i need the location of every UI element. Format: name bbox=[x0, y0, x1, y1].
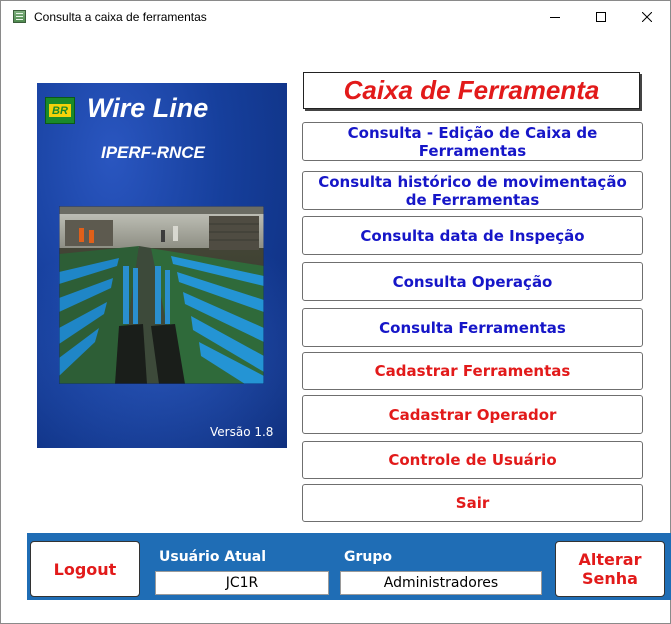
group-label: Grupo bbox=[344, 549, 393, 565]
group-field: Administradores bbox=[340, 571, 542, 595]
current-user-label: Usuário Atual bbox=[159, 549, 267, 565]
consulta-ferramentas-button[interactable]: Consulta Ferramentas bbox=[302, 308, 643, 347]
logout-button[interactable]: Logout bbox=[30, 541, 140, 597]
close-button[interactable] bbox=[624, 1, 670, 33]
unit-name: IPERF-RNCE bbox=[101, 143, 205, 162]
consulta-historico-movimentacao-button[interactable]: Consulta histórico de movimentação de Fe… bbox=[302, 171, 643, 210]
user-status-bar: Logout Usuário Atual JC1R Grupo Administ… bbox=[27, 533, 671, 600]
warehouse-photo bbox=[59, 206, 264, 384]
brand-panel: BR Wire Line IPERF-RNCE Versão 1.8 bbox=[37, 83, 287, 448]
consulta-data-inspecao-button[interactable]: Consulta data de Inspeção bbox=[302, 216, 643, 255]
controle-usuario-button[interactable]: Controle de Usuário bbox=[302, 441, 643, 479]
consulta-operacao-button[interactable]: Consulta Operação bbox=[302, 262, 643, 301]
petrobras-br-logo: BR bbox=[45, 97, 75, 124]
cadastrar-operador-button[interactable]: Cadastrar Operador bbox=[302, 395, 643, 434]
menu-header: Caixa de Ferramenta bbox=[303, 72, 640, 109]
window-title: Consulta a caixa de ferramentas bbox=[34, 10, 207, 24]
minimize-button[interactable] bbox=[532, 1, 578, 33]
maximize-button[interactable] bbox=[578, 1, 624, 33]
br-logo-text: BR bbox=[49, 104, 71, 117]
consulta-edicao-caixa-button[interactable]: Consulta - Edição de Caixa de Ferramenta… bbox=[302, 122, 643, 161]
cadastrar-ferramentas-button[interactable]: Cadastrar Ferramentas bbox=[302, 352, 643, 390]
minimize-icon bbox=[550, 17, 560, 18]
version-label: Versão 1.8 bbox=[210, 425, 274, 439]
change-password-button[interactable]: Alterar Senha bbox=[555, 541, 665, 597]
current-user-field: JC1R bbox=[155, 571, 329, 595]
close-icon bbox=[642, 12, 652, 22]
maximize-icon bbox=[596, 12, 606, 22]
app-name: Wire Line bbox=[87, 93, 209, 123]
title-bar[interactable]: Consulta a caixa de ferramentas bbox=[1, 1, 670, 33]
sair-button[interactable]: Sair bbox=[302, 484, 643, 522]
application-window: Consulta a caixa de ferramentas BR Wire … bbox=[0, 0, 671, 624]
app-icon bbox=[13, 10, 26, 23]
